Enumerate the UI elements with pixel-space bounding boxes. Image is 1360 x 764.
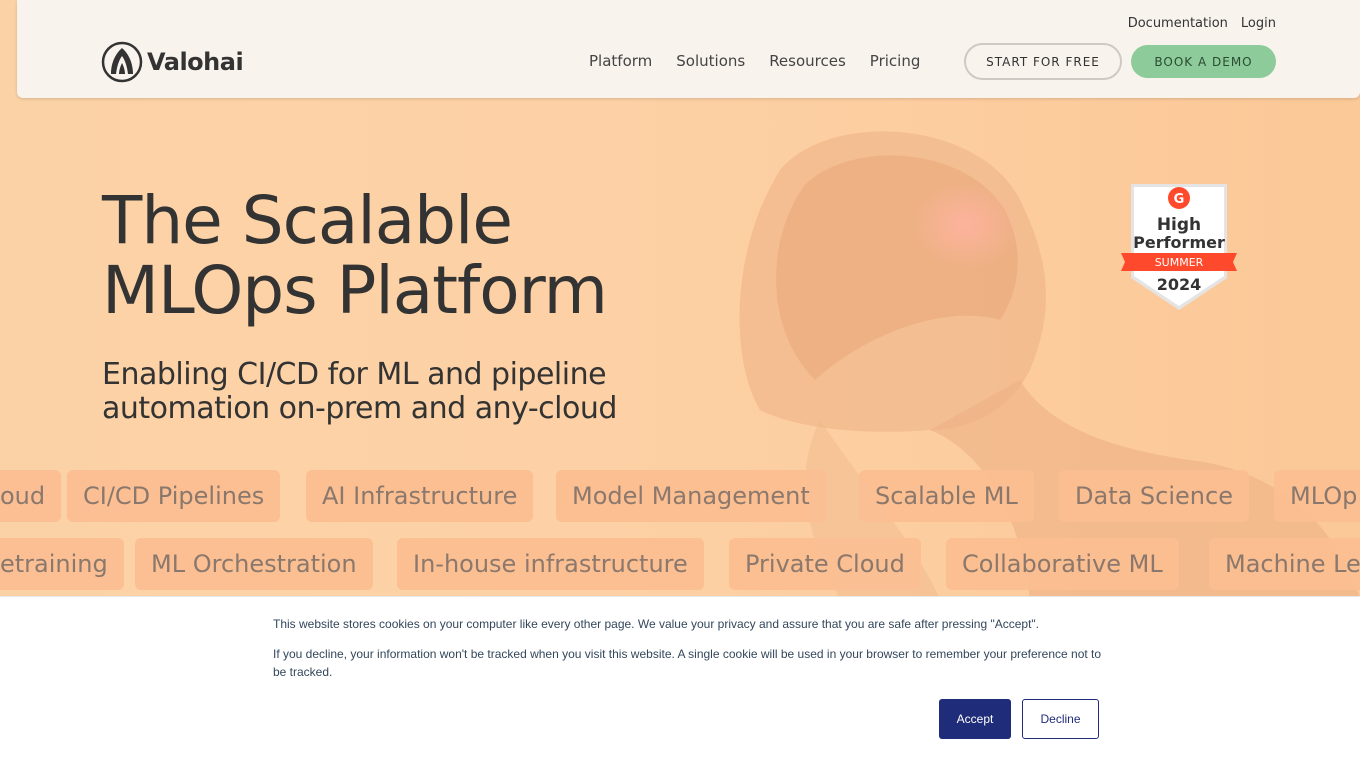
tag: In-house infrastructure bbox=[397, 538, 704, 590]
valohai-logo-icon bbox=[101, 41, 143, 83]
tag: Machine Le bbox=[1209, 538, 1360, 590]
cookie-text-2: If you decline, your information won't b… bbox=[273, 647, 1102, 679]
tag: etraining bbox=[0, 538, 124, 590]
nav-resources[interactable]: Resources bbox=[769, 52, 846, 70]
tag: CI/CD Pipelines bbox=[67, 470, 281, 522]
hero-subtitle-line1: Enabling CI/CD for ML and pipeline bbox=[102, 357, 607, 392]
start-for-free-button[interactable]: START FOR FREE bbox=[964, 43, 1122, 80]
tag: Data Science bbox=[1059, 470, 1249, 522]
tag: Scalable ML bbox=[859, 470, 1034, 522]
astronaut-image bbox=[739, 131, 1359, 596]
logo[interactable]: Valohai bbox=[101, 41, 244, 83]
g2-high-performer-badge: G High Performer SUMMER 2024 bbox=[1121, 184, 1237, 310]
badge-line1: High bbox=[1157, 215, 1201, 235]
hero-title-line1: The Scalable bbox=[102, 182, 513, 259]
cookie-text-1: This website stores cookies on your comp… bbox=[273, 617, 1040, 631]
tag: oud bbox=[0, 470, 62, 522]
tag: ML Orchestration bbox=[135, 538, 373, 590]
tag: AI Infrastructure bbox=[306, 470, 534, 522]
hero-subtitle-line2: automation on-prem and any-cloud bbox=[102, 391, 617, 426]
decline-button[interactable]: Decline bbox=[1022, 699, 1099, 739]
accept-button[interactable]: Accept bbox=[939, 699, 1011, 739]
tag: Model Management bbox=[556, 470, 826, 522]
cookie-banner: This website stores cookies on your comp… bbox=[0, 596, 1360, 764]
main-nav: Platform Solutions Resources Pricing bbox=[589, 52, 920, 70]
site-header: Valohai Documentation Login Platform Sol… bbox=[17, 0, 1360, 98]
book-a-demo-button[interactable]: BOOK A DEMO bbox=[1131, 45, 1276, 78]
nav-platform[interactable]: Platform bbox=[589, 52, 652, 70]
tags-row-2: etraining ML Orchestration In-house infr… bbox=[0, 538, 1360, 590]
badge-year: 2024 bbox=[1157, 275, 1202, 294]
svg-text:G: G bbox=[1174, 192, 1185, 207]
documentation-link[interactable]: Documentation bbox=[1128, 16, 1228, 31]
tags-row-1: oud CI/CD Pipelines AI Infrastructure Mo… bbox=[0, 470, 1360, 522]
hero-subtitle: Enabling CI/CD for ML and pipeline autom… bbox=[102, 358, 702, 426]
nav-pricing[interactable]: Pricing bbox=[870, 52, 921, 70]
nav-solutions[interactable]: Solutions bbox=[676, 52, 745, 70]
top-links: Documentation Login bbox=[1128, 16, 1276, 31]
tag: MLOp bbox=[1274, 470, 1360, 522]
tag: Collaborative ML bbox=[946, 538, 1179, 590]
badge-line2: Performer bbox=[1133, 233, 1225, 252]
tag: Private Cloud bbox=[729, 538, 921, 590]
logo-text: Valohai bbox=[147, 48, 244, 76]
badge-season: SUMMER bbox=[1155, 256, 1204, 269]
hero-title-line2: MLOps Platform bbox=[102, 252, 608, 329]
hero-title: The Scalable MLOps Platform bbox=[102, 186, 608, 329]
login-link[interactable]: Login bbox=[1241, 16, 1276, 31]
